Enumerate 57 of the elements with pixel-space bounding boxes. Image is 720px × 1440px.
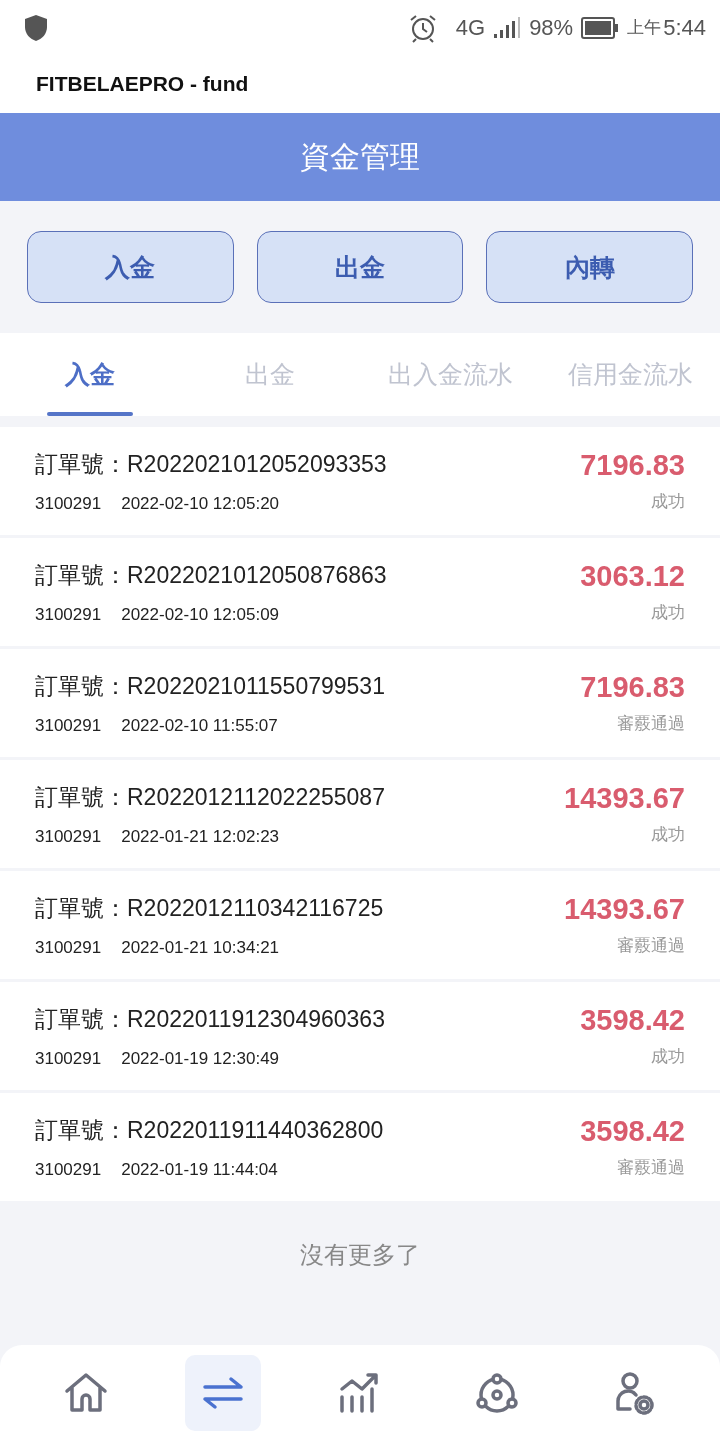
amount: 3063.12: [580, 560, 685, 593]
record-card[interactable]: 訂單號：R2022011912304960363 3100291 2022-01-19 12:30:49 3598.42 成功: [0, 982, 720, 1090]
action-button[interactable]: 內轉: [486, 231, 693, 303]
tab[interactable]: 入金: [0, 333, 180, 416]
record-status: 審覈通過: [617, 713, 685, 735]
account-number: 3100291: [35, 826, 102, 847]
account-number: 3100291: [35, 937, 102, 958]
record-status: 審覈通過: [617, 935, 685, 957]
record-time: 2022-02-10 11:55:07: [121, 715, 278, 736]
record-time: 2022-02-10 12:05:09: [121, 604, 280, 625]
account-number: 3100291: [35, 1159, 102, 1180]
action-button[interactable]: 入金: [27, 231, 234, 303]
clock-time: 5:44: [663, 14, 706, 41]
battery-icon: [581, 16, 620, 39]
account-number: 3100291: [35, 1048, 102, 1069]
record-status: 成功: [651, 1046, 685, 1068]
record-time: 2022-02-10 12:05:20: [121, 493, 280, 514]
record-card[interactable]: 訂單號：R2022021012050876863 3100291 2022-02-10 12:05:09 3063.12 成功: [0, 538, 720, 646]
order-number: 訂單號：R2022012112022255087: [35, 782, 385, 812]
transfer-icon[interactable]: [185, 1354, 262, 1431]
account-number: 3100291: [35, 604, 102, 625]
record-time: 2022-01-21 10:34:21: [121, 937, 280, 958]
order-number: 訂單號：R2022021011550799531: [35, 671, 385, 701]
time-period: 上午: [627, 17, 662, 39]
record-status: 成功: [651, 824, 685, 846]
record-card[interactable]: 訂單號：R2022012110342116725 3100291 2022-01-21 10:34:21 14393.67 審覈通過: [0, 871, 720, 979]
battery-percent: 98%: [529, 14, 574, 41]
record-card[interactable]: 訂單號：R2022021012052093353 3100291 2022-02-10 12:05:20 7196.83 成功: [0, 427, 720, 535]
shield-icon: [24, 13, 48, 42]
account-number: 3100291: [35, 715, 102, 736]
amount: 14393.67: [564, 893, 685, 926]
record-status: 成功: [651, 491, 685, 513]
amount: 3598.42: [580, 1004, 685, 1037]
page-title: 資金管理: [300, 138, 420, 175]
signal-icon: [493, 16, 522, 39]
amount: 3598.42: [580, 1115, 685, 1148]
action-button[interactable]: 出金: [256, 231, 464, 303]
record-status: 審覈通過: [617, 1157, 685, 1179]
order-number: 訂單號：R2022012110342116725: [35, 893, 384, 923]
order-number: 訂單號：R2022021012050876863: [35, 560, 387, 590]
order-number: 訂單號：R2022021012052093353: [35, 449, 387, 479]
end-message: 沒有更多了: [300, 1240, 420, 1270]
account-number: 3100291: [35, 493, 102, 514]
order-number: 訂單號：R2022011911440362800: [35, 1115, 384, 1145]
record-card[interactable]: 訂單號：R2022012112022255087 3100291 2022-01-21 12:02:23 14393.67 成功: [0, 760, 720, 868]
record-time: 2022-01-21 12:02:23: [121, 826, 280, 847]
amount: 7196.83: [580, 449, 685, 482]
record-time: 2022-01-19 12:30:49: [121, 1048, 280, 1069]
network-label: 4G: [455, 14, 486, 41]
record-card[interactable]: 訂單號：R2022011911440362800 3100291 2022-01-19 11:44:04 3598.42 審覈通過: [0, 1093, 720, 1201]
record-time: 2022-01-19 11:44:04: [121, 1159, 278, 1180]
record-card[interactable]: 訂單號：R2022021011550799531 3100291 2022-02-10 11:55:07 7196.83 審覈通過: [0, 649, 720, 757]
amount: 14393.67: [564, 782, 685, 815]
amount: 7196.83: [580, 671, 685, 704]
app-title: FITBELAEPRO - fund: [36, 72, 249, 96]
order-number: 訂單號：R2022011912304960363: [35, 1004, 385, 1034]
record-status: 成功: [651, 602, 685, 624]
